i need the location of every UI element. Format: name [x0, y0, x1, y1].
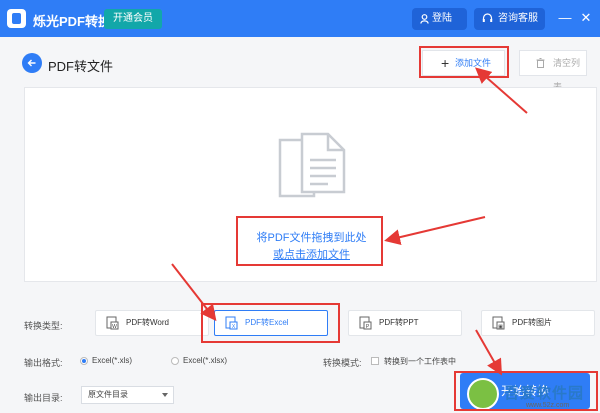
arrow-to-excel-option	[171, 263, 217, 322]
arrow-to-start-button	[475, 329, 502, 376]
arrow-to-add-file	[474, 67, 528, 114]
arrow-to-drop-text	[384, 216, 486, 246]
annotation-arrows	[171, 67, 528, 376]
